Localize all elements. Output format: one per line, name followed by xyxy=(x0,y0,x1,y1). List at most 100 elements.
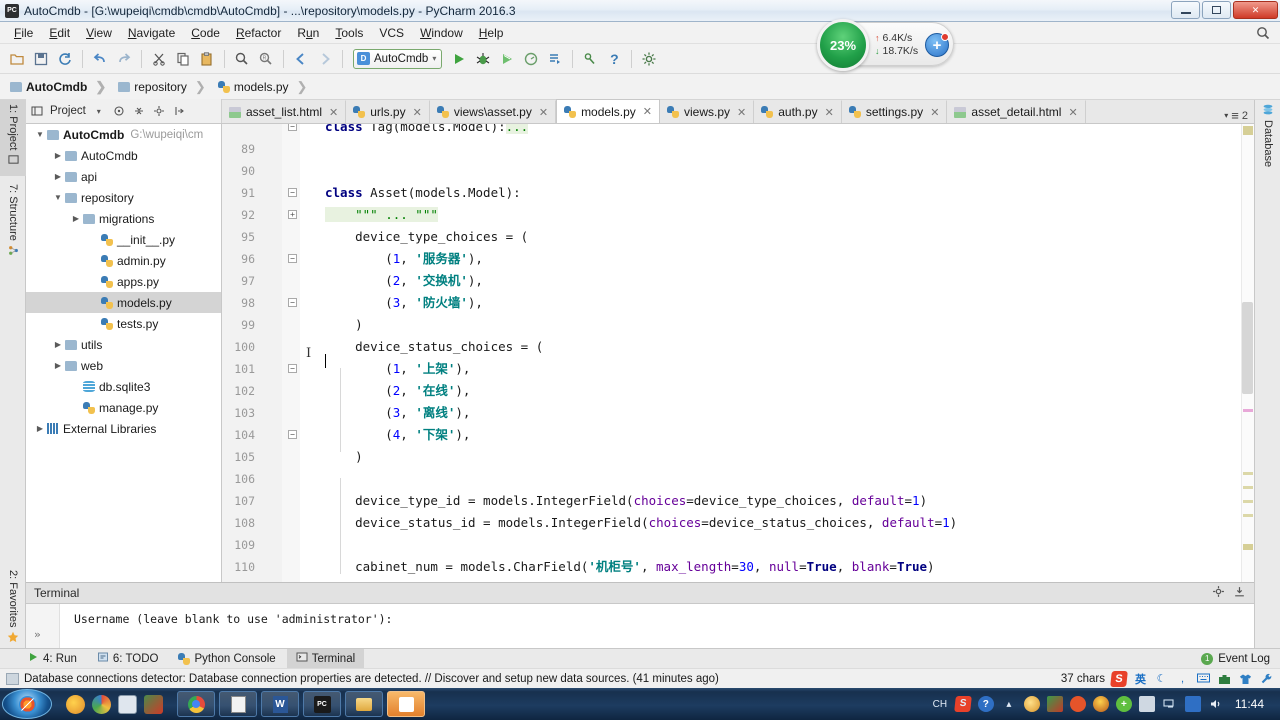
menu-view[interactable]: View xyxy=(78,24,120,42)
code-line[interactable]: (1, '服务器'), xyxy=(325,252,483,266)
chevron-down-icon[interactable] xyxy=(34,130,46,139)
maximize-button[interactable] xyxy=(1202,1,1231,19)
code-line[interactable]: (4, '下架'), xyxy=(325,428,470,442)
settings-gear-icon[interactable] xyxy=(152,104,166,118)
cut-icon[interactable] xyxy=(148,48,170,70)
menu-edit[interactable]: Edit xyxy=(41,24,78,42)
target-icon[interactable] xyxy=(112,104,126,118)
coverage-icon[interactable] xyxy=(496,48,518,70)
sidebar-item-project[interactable]: 1: Project xyxy=(0,100,26,176)
collapse-all-icon[interactable] xyxy=(132,104,146,118)
code-line[interactable]: ) xyxy=(325,318,363,332)
ime-chinese-icon[interactable]: 英 xyxy=(1133,671,1148,686)
breadcrumb-item-modelspy[interactable]: models.py ❯ xyxy=(214,79,316,95)
event-log-control[interactable]: 1 Event Log xyxy=(1201,652,1280,665)
orange-icon[interactable] xyxy=(1069,696,1086,712)
sogou-icon[interactable]: S xyxy=(954,696,972,712)
tab-models-py[interactable]: models.py ✕ xyxy=(556,99,660,123)
close-icon[interactable]: ✕ xyxy=(737,106,746,119)
save-all-icon[interactable] xyxy=(30,48,52,70)
tab-views-asset-py[interactable]: views\asset.py ✕ xyxy=(429,100,557,123)
tree-item[interactable]: __init__.py xyxy=(26,229,221,250)
debug-icon[interactable] xyxy=(472,48,494,70)
run-with-console-icon[interactable] xyxy=(544,48,566,70)
code-line[interactable]: device_status_id = models.IntegerField(c… xyxy=(325,516,957,530)
code-line[interactable]: (3, '离线'), xyxy=(325,406,470,420)
error-stripe[interactable] xyxy=(1243,409,1253,412)
media-icon[interactable] xyxy=(92,694,111,714)
close-icon[interactable]: ✕ xyxy=(413,106,422,119)
tool-icon[interactable] xyxy=(144,694,163,714)
tree-item[interactable]: migrations xyxy=(26,208,221,229)
chevron-down-icon[interactable]: ▾ xyxy=(92,104,106,118)
search-icon[interactable] xyxy=(1256,26,1270,43)
windows-icon[interactable] xyxy=(1138,696,1155,712)
scrollbar-thumb[interactable] xyxy=(1242,302,1253,394)
tab-asset-detail-html[interactable]: asset_detail.html ✕ xyxy=(947,100,1086,123)
penguin-icon[interactable] xyxy=(1092,696,1109,712)
settings-icon[interactable] xyxy=(638,48,660,70)
tree-item[interactable]: manage.py xyxy=(26,397,221,418)
tree-item[interactable]: admin.py xyxy=(26,250,221,271)
tab-urls-py[interactable]: urls.py ✕ xyxy=(346,100,430,123)
run-icon[interactable] xyxy=(448,48,470,70)
close-button[interactable]: ✕ xyxy=(1233,1,1278,19)
tool-window-todo[interactable]: 6: TODO xyxy=(88,649,168,669)
tools-icon[interactable] xyxy=(1046,696,1063,712)
code-area[interactable]: class Tag(models.Model):... class Asset(m… xyxy=(300,124,1254,582)
code-line[interactable]: device_type_id = models.IntegerField(cho… xyxy=(325,494,927,508)
tree-item[interactable]: repository xyxy=(26,187,221,208)
hide-panel-icon[interactable] xyxy=(1233,585,1246,601)
menu-file[interactable]: File xyxy=(6,24,41,42)
editor-vertical-scrollbar[interactable] xyxy=(1241,124,1254,582)
copy-icon[interactable] xyxy=(172,48,194,70)
add-button[interactable]: + xyxy=(925,33,949,57)
chevron-right-icon[interactable] xyxy=(52,340,64,349)
taskbar-word[interactable]: W xyxy=(261,691,299,717)
error-stripe[interactable] xyxy=(1243,514,1253,517)
redo-icon[interactable] xyxy=(113,48,135,70)
profile-icon[interactable] xyxy=(520,48,542,70)
taskbar-clock[interactable]: 11:44 xyxy=(1231,697,1274,711)
code-line[interactable]: (3, '防火墙'), xyxy=(325,296,483,310)
code-line[interactable]: cabinet_num = models.CharField('机柜号', ma… xyxy=(325,560,934,574)
menu-window[interactable]: Window xyxy=(412,24,471,42)
overflow-icon[interactable]: ▴ xyxy=(1001,696,1017,712)
wrench-icon[interactable] xyxy=(1259,671,1274,686)
code-line[interactable]: (1, '上架'), xyxy=(325,362,470,376)
sidebar-item-favorites[interactable]: 2: Favorites xyxy=(0,566,26,658)
taskbar-chrome[interactable] xyxy=(177,691,215,717)
tree-item[interactable]: db.sqlite3 xyxy=(26,376,221,397)
taskbar-active-app[interactable] xyxy=(387,691,425,717)
paste-icon[interactable] xyxy=(196,48,218,70)
attach-icon[interactable] xyxy=(579,48,601,70)
tree-item[interactable]: api xyxy=(26,166,221,187)
tree-item[interactable]: apps.py xyxy=(26,271,221,292)
bubble-icon[interactable] xyxy=(1023,696,1040,712)
taskbar-notepad[interactable] xyxy=(219,691,257,717)
fold-collapse-icon[interactable]: − xyxy=(288,188,297,197)
moon-icon[interactable]: ☾ xyxy=(1154,671,1169,686)
tab-auth-py[interactable]: auth.py ✕ xyxy=(754,100,842,123)
chevron-right-icon[interactable] xyxy=(52,361,64,370)
comma-icon[interactable]: , xyxy=(1175,671,1190,686)
close-icon[interactable]: ✕ xyxy=(930,106,939,119)
tree-item[interactable]: web xyxy=(26,355,221,376)
error-stripe[interactable] xyxy=(1243,126,1253,135)
open-folder-icon[interactable] xyxy=(6,48,28,70)
find-icon[interactable] xyxy=(231,48,253,70)
chevron-right-icon[interactable] xyxy=(70,214,82,223)
menu-code[interactable]: Code xyxy=(183,24,228,42)
tree-item[interactable]: tests.py xyxy=(26,313,221,334)
editor-gutter[interactable]: − 89 90 91 − 92 +95 96 − 97 98 − 99 100 101 − 102 103 104 −… xyxy=(222,124,300,582)
chevron-right-icon[interactable] xyxy=(52,151,64,160)
code-line[interactable]: device_status_choices = ( xyxy=(325,340,543,354)
error-stripe[interactable] xyxy=(1243,500,1253,503)
help-icon[interactable]: ? xyxy=(977,696,994,712)
sidebar-item-database[interactable]: Database xyxy=(1255,100,1280,190)
taskbar-explorer[interactable] xyxy=(345,691,383,717)
error-stripe[interactable] xyxy=(1243,472,1253,475)
fold-expand-icon[interactable]: + xyxy=(288,210,297,219)
tab-asset-list-html[interactable]: asset_list.html ✕ xyxy=(222,100,347,123)
code-line[interactable]: class Tag(models.Model):... xyxy=(325,124,529,134)
